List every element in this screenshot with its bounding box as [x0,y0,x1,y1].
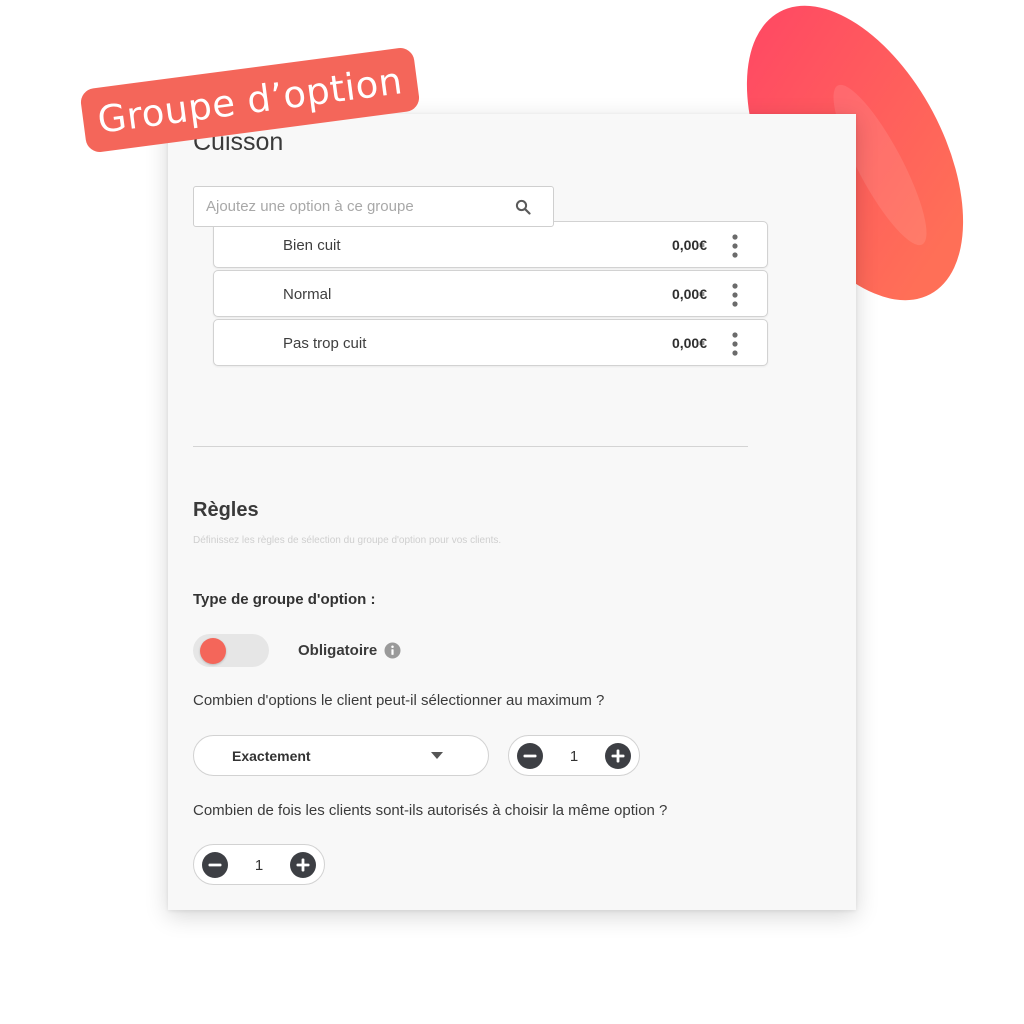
option-row[interactable]: Bien cuit 0,00€ [213,221,768,268]
option-name: Normal [283,286,332,303]
group-type-label: Type de groupe d'option : [193,591,376,608]
more-options-icon[interactable] [728,331,742,357]
required-label: Obligatoire [298,642,378,659]
more-options-icon[interactable] [728,233,742,259]
option-price: 0,00€ [671,237,707,253]
repeat-count-stepper[interactable]: 1 [193,844,325,885]
plus-icon[interactable] [289,851,317,879]
option-name: Pas trop cuit [283,335,367,352]
info-icon[interactable] [384,642,401,659]
search-icon[interactable] [515,199,531,215]
option-group-card: Cuisson Bien cuit 0,00€ Normal 0,00€ Pas… [168,114,856,910]
selection-mode-dropdown[interactable]: Exactement [193,735,489,776]
option-row[interactable]: Normal 0,00€ [213,270,768,317]
required-toggle[interactable] [193,634,269,667]
max-options-question: Combien d'options le client peut-il séle… [193,692,605,709]
option-row[interactable]: Pas trop cuit 0,00€ [213,319,768,366]
rules-title: Règles [193,499,259,521]
section-divider [193,446,748,447]
option-price: 0,00€ [671,335,707,351]
search-input[interactable] [206,198,506,215]
option-price: 0,00€ [671,286,707,302]
max-count-stepper[interactable]: 1 [508,735,640,776]
repeat-question: Combien de fois les clients sont-ils aut… [193,802,668,819]
plus-icon[interactable] [604,742,632,770]
more-options-icon[interactable] [728,282,742,308]
option-name: Bien cuit [283,237,341,254]
add-option-search[interactable] [193,186,554,227]
chevron-down-icon [431,752,443,759]
selection-mode-value: Exactement [232,748,311,764]
rules-description: Définissez les règles de sélection du gr… [193,535,502,546]
toggle-knob [200,638,226,664]
